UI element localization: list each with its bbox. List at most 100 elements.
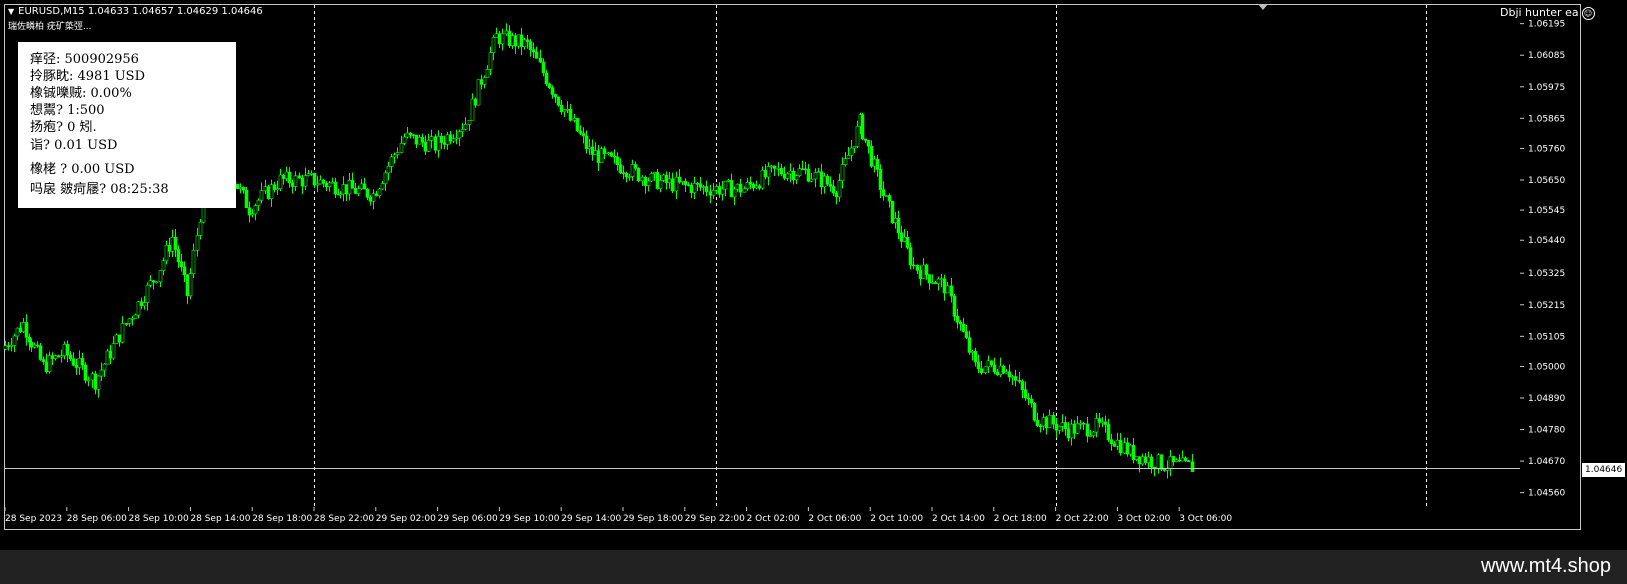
candle-body bbox=[1091, 431, 1096, 436]
candle-body bbox=[983, 366, 988, 374]
candle-body bbox=[633, 164, 638, 169]
candle-body bbox=[825, 175, 830, 185]
candle-body bbox=[1072, 423, 1077, 434]
candle-body bbox=[338, 193, 343, 196]
y-axis-tick-label: 1.05650 bbox=[1528, 176, 1565, 186]
candle-body bbox=[1174, 459, 1179, 463]
candle-body bbox=[1156, 454, 1161, 470]
candle-body bbox=[646, 180, 651, 186]
candle-body bbox=[297, 175, 302, 179]
candle-body bbox=[1109, 439, 1114, 445]
candle-body bbox=[371, 193, 376, 202]
candle-body bbox=[769, 165, 774, 168]
dropdown-triangle-icon[interactable]: ▼ bbox=[8, 7, 14, 16]
candle-body bbox=[414, 134, 419, 145]
candle-body bbox=[105, 350, 110, 365]
candle-body bbox=[460, 129, 465, 132]
candle-body bbox=[306, 173, 311, 176]
candle-body bbox=[300, 177, 305, 187]
candle-body bbox=[263, 186, 268, 191]
candle-body bbox=[1128, 445, 1133, 455]
candle-body bbox=[945, 285, 950, 294]
candle-body bbox=[869, 145, 874, 167]
candle-body bbox=[726, 180, 731, 182]
candle-body bbox=[754, 185, 759, 189]
candle-body bbox=[44, 361, 49, 372]
candle-body bbox=[27, 337, 32, 343]
candle-body bbox=[652, 172, 657, 174]
candle-body bbox=[392, 154, 397, 158]
candle-body bbox=[1180, 457, 1185, 462]
candle-body bbox=[266, 186, 271, 199]
y-axis-tick-label: 1.04780 bbox=[1528, 426, 1565, 436]
candle-body bbox=[56, 355, 61, 358]
candle-body bbox=[572, 118, 577, 121]
candle-body bbox=[281, 174, 286, 179]
candle-body bbox=[1162, 469, 1167, 471]
candle-body bbox=[120, 323, 125, 343]
chart-window[interactable]: 1.06195 1.06085 1.05975 1.05865 1.05760 1.056… bbox=[0, 0, 1627, 550]
candle-body bbox=[1177, 459, 1182, 462]
candle-body bbox=[3, 345, 8, 350]
candle-body bbox=[516, 34, 521, 47]
candle-body bbox=[1026, 397, 1031, 400]
candle-body bbox=[1112, 443, 1117, 447]
candle-body bbox=[544, 72, 549, 85]
candle-body bbox=[995, 371, 1000, 376]
candle-body bbox=[350, 180, 355, 189]
candle-body bbox=[402, 136, 407, 144]
y-axis-tick-label: 1.04670 bbox=[1528, 457, 1565, 467]
candle-body bbox=[837, 180, 842, 198]
candle-body bbox=[720, 188, 725, 195]
candle-body bbox=[738, 183, 743, 193]
candle-body bbox=[182, 266, 187, 276]
y-axis-tick-label: 1.05440 bbox=[1528, 236, 1565, 246]
candle-body bbox=[1007, 371, 1012, 378]
candle-body bbox=[399, 143, 404, 153]
watermark-bar bbox=[0, 550, 1627, 584]
candle-body bbox=[510, 35, 515, 46]
candle-body bbox=[896, 218, 901, 234]
candle-body bbox=[806, 168, 811, 182]
candle-body bbox=[816, 171, 821, 174]
candle-body bbox=[356, 188, 361, 194]
candle-body bbox=[374, 193, 379, 196]
candle-body bbox=[1159, 454, 1164, 470]
candle-body bbox=[525, 39, 530, 42]
candle-body bbox=[776, 167, 781, 170]
x-axis-tick-label: 2 Oct 06:00 bbox=[808, 514, 861, 524]
expert-advisor-label[interactable]: Dbji hunter ea ☺ bbox=[1500, 6, 1595, 20]
candle-body bbox=[1044, 417, 1049, 429]
candle-body bbox=[760, 170, 765, 189]
candle-body bbox=[661, 174, 666, 181]
candle-body bbox=[74, 364, 79, 368]
candle-body bbox=[1017, 380, 1022, 382]
candle-body bbox=[1038, 425, 1043, 428]
candle-body bbox=[467, 120, 472, 125]
candle-body bbox=[287, 171, 292, 184]
candle-body bbox=[742, 188, 747, 193]
candle-body bbox=[167, 244, 172, 252]
candle-body bbox=[1047, 414, 1052, 429]
candle-body bbox=[636, 167, 641, 182]
smiley-face-icon: ☺ bbox=[1581, 6, 1595, 20]
x-axis-tick-label: 28 Sep 22:00 bbox=[314, 514, 374, 524]
candle-body bbox=[365, 188, 370, 198]
candle-body bbox=[998, 365, 1003, 376]
price-chart[interactable]: 1.06195 1.06085 1.05975 1.05865 1.05760 1.056… bbox=[0, 0, 1627, 550]
x-axis-tick-label: 29 Sep 02:00 bbox=[376, 514, 436, 524]
candle-body bbox=[915, 264, 920, 271]
candle-body bbox=[667, 178, 672, 183]
chart-shift-marker-icon[interactable] bbox=[1258, 4, 1268, 10]
candle-body bbox=[470, 98, 475, 121]
candle-body bbox=[1054, 423, 1059, 431]
candle-body bbox=[445, 134, 450, 145]
candle-body bbox=[921, 264, 926, 279]
y-axis-tick-label: 1.05000 bbox=[1528, 362, 1565, 372]
candle-body bbox=[584, 135, 589, 149]
candle-body bbox=[519, 34, 524, 47]
candle-body bbox=[383, 172, 388, 185]
x-axis-tick-label: 29 Sep 10:00 bbox=[499, 514, 559, 524]
candle-body bbox=[188, 273, 193, 297]
y-axis-tick-label: 1.05865 bbox=[1528, 114, 1565, 124]
